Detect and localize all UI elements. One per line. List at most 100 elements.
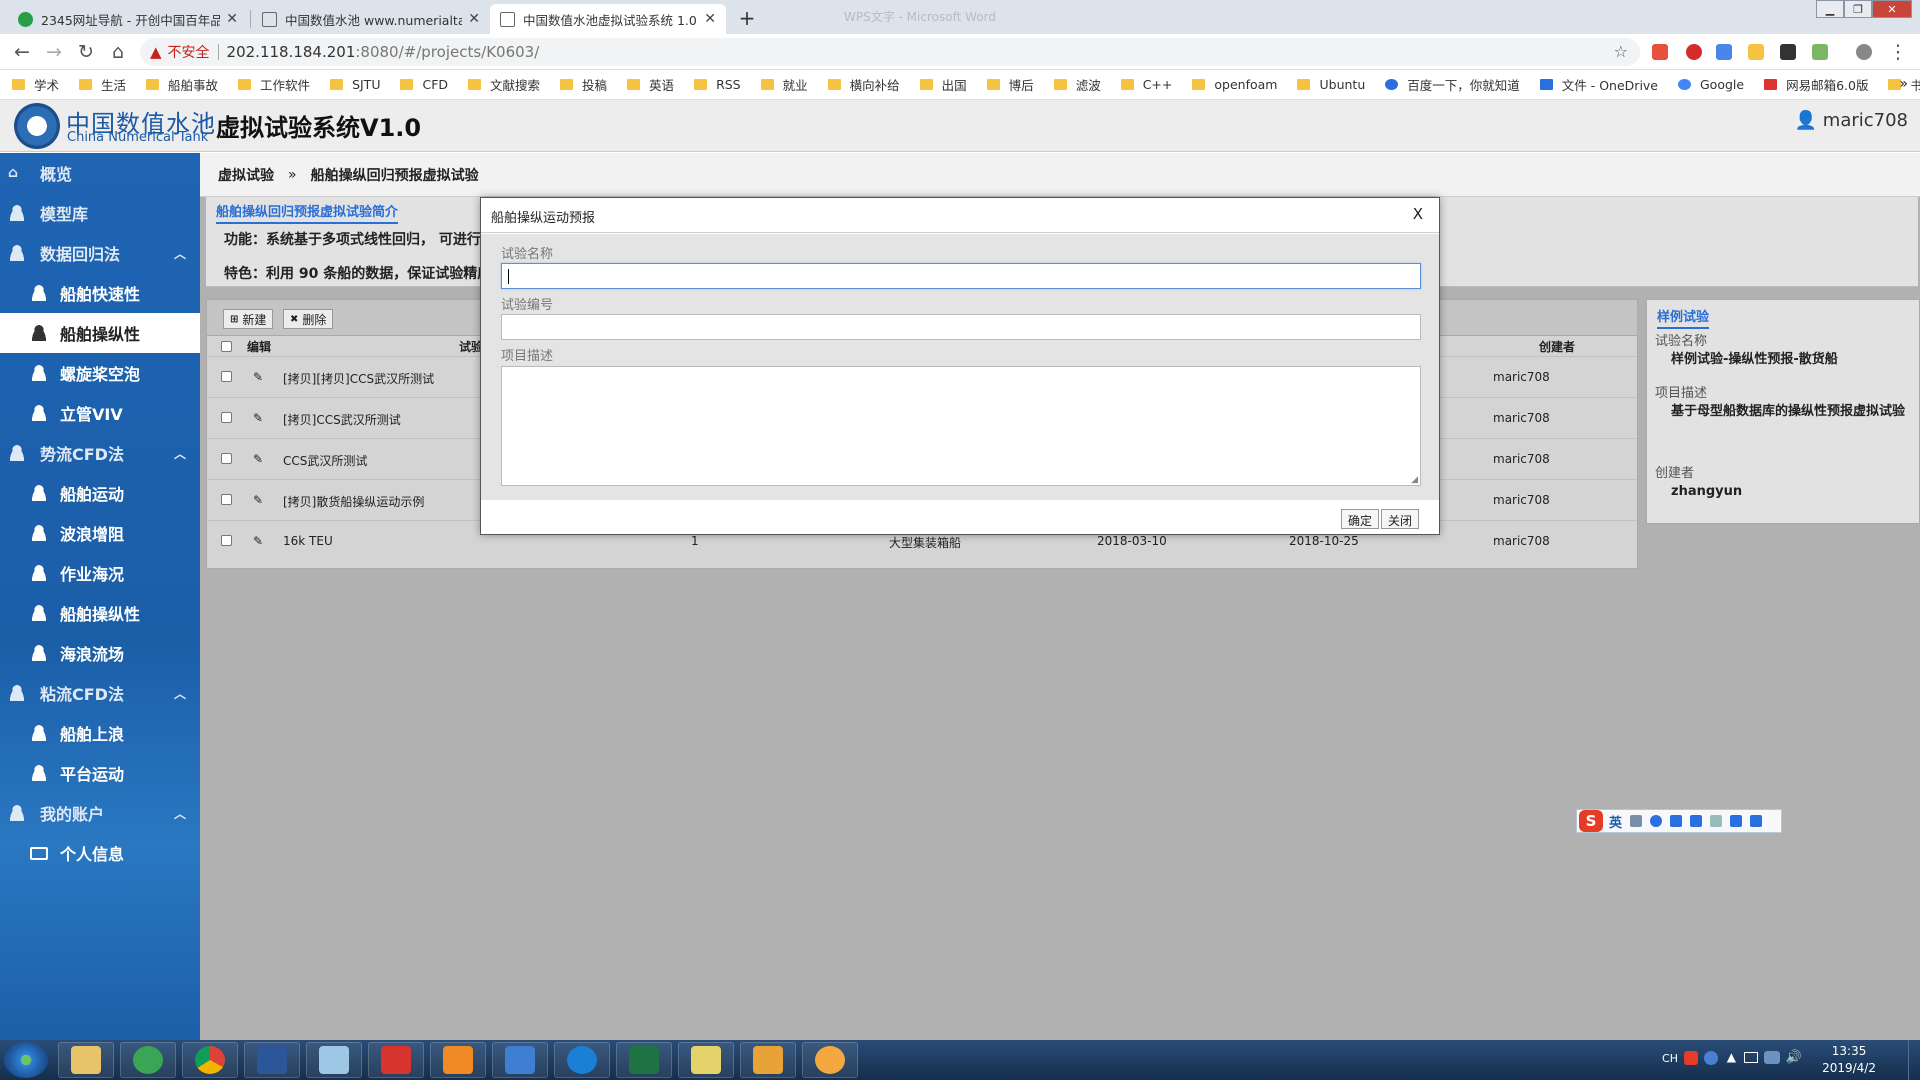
row-checkbox[interactable] [221,453,232,464]
new-tab-button[interactable]: + [733,5,761,31]
volume-icon[interactable]: 🔊 [1786,1050,1802,1065]
resize-grip-icon[interactable]: ◢ [1411,475,1418,485]
sample-heading[interactable]: 样例试验 [1657,306,1710,329]
sidebar-item-ship-motion[interactable]: 船舶运动 [0,473,200,513]
row-checkbox[interactable] [221,371,232,382]
project-description-textarea[interactable]: ◢ [501,366,1421,486]
sidebar-item-operating-sea-state[interactable]: 作业海况 [0,553,200,593]
ime-toolbar[interactable]: S 英 [1576,809,1782,833]
notes-icon[interactable] [678,1042,734,1078]
bookmark-link[interactable]: 网易邮箱6.0版 [1764,75,1868,94]
bookmark-folder[interactable]: 横向补给 [827,75,900,94]
sidebar-item-wave-flow-field[interactable]: 海浪流场 [0,633,200,673]
sidebar-item-profile[interactable]: 个人信息 [0,833,200,873]
keyboard-icon[interactable] [1690,815,1703,827]
home-icon[interactable]: ⌂ [106,41,130,63]
start-button[interactable] [4,1042,48,1078]
close-tab-icon[interactable]: ✕ [468,11,480,27]
bookmark-folder[interactable]: openfoam [1192,77,1277,92]
close-window-button[interactable]: ✕ [1872,0,1912,18]
delete-button[interactable]: ✖ 删除 [283,309,334,329]
sidebar-item-green-water[interactable]: 船舶上浪 [0,713,200,753]
close-tab-icon[interactable]: ✕ [704,11,716,27]
chrome-icon[interactable] [182,1042,238,1078]
sidebar-item-viscous-cfd[interactable]: 粘流CFD法 ︿ [0,673,200,713]
sidebar-item-data-regression[interactable]: 数据回归法 ︿ [0,233,200,273]
breadcrumb-root[interactable]: 虚拟试验 [218,165,274,185]
bookmark-star-icon[interactable]: ☆ [1614,42,1628,61]
profile-avatar-icon[interactable] [1856,44,1872,60]
extension-icon[interactable] [1812,44,1828,60]
bookmark-folder[interactable]: 生活 [79,75,126,94]
teamviewer-icon[interactable] [554,1042,610,1078]
extension-icon[interactable] [1652,44,1668,60]
help-icon[interactable] [1704,1051,1718,1065]
bookmark-link[interactable]: 百度一下，你就知道 [1385,75,1520,94]
punctuation-icon[interactable] [1630,815,1643,827]
pdf-icon[interactable] [430,1042,486,1078]
adblock-icon[interactable] [1686,44,1702,60]
extension-icon[interactable] [1780,44,1796,60]
close-button[interactable]: 关闭 [1381,509,1420,529]
tray-expand-icon[interactable]: ▲ [1727,1050,1736,1064]
bookmark-folder[interactable]: 船舶事故 [146,75,218,94]
bookmark-folder[interactable]: 就业 [760,75,808,94]
row-checkbox[interactable] [221,494,232,505]
browser-tab-active[interactable]: 中国数值水池虚拟试验系统 1.0 ✕ [490,4,726,34]
bookmark-folder[interactable]: 英语 [627,75,674,94]
bookmark-folder[interactable]: Ubuntu [1297,77,1365,92]
pencil-icon[interactable]: ✎ [253,452,263,466]
minimize-button[interactable]: ▁ [1816,0,1844,18]
bookmark-folder[interactable]: C++ [1120,77,1172,92]
bookmark-folder[interactable]: 出国 [919,75,967,94]
bookmark-folder[interactable]: 学术 [12,75,59,94]
maximize-button[interactable]: ❐ [1844,0,1872,18]
extension-icon[interactable] [1748,44,1764,60]
new-button[interactable]: ⊞ 新建 [223,309,274,329]
bookmark-folder[interactable]: 博后 [986,75,1034,94]
confirm-button[interactable]: 确定 [1341,509,1380,529]
address-bar[interactable]: ▲ 不安全 202.118.184.201:8080/#/projects/K0… [140,38,1640,66]
browser-tab[interactable]: 中国数值水池 www.numerialtan ✕ [252,4,490,34]
youdao-icon[interactable] [368,1042,424,1078]
row-checkbox[interactable] [221,412,232,423]
action-center-icon[interactable] [1744,1052,1758,1063]
sidebar-item-added-resistance[interactable]: 波浪增阻 [0,513,200,553]
sidebar-item-my-account[interactable]: 我的账户 ︿ [0,793,200,833]
bookmark-link[interactable]: 文件 - OneDrive [1539,75,1658,94]
sidebar-item-platform-motion[interactable]: 平台运动 [0,753,200,793]
pencil-icon[interactable]: ✎ [253,493,263,507]
clock[interactable]: 13:35 2019/4/2 [1822,1043,1876,1077]
bookmark-folder[interactable]: 工作软件 [238,75,310,94]
bookmark-folder[interactable]: RSS [694,77,741,92]
bookmark-folder[interactable]: SJTU [330,77,380,92]
menu-dots-icon[interactable]: ⋮ [1886,41,1910,63]
emoji-icon[interactable] [1650,815,1663,827]
pencil-icon[interactable]: ✎ [253,370,263,384]
excel-icon[interactable] [616,1042,672,1078]
word-icon[interactable] [244,1042,300,1078]
sidebar-item-potential-maneuverability[interactable]: 船舶操纵性 [0,593,200,633]
tray-language[interactable]: CH [1662,1052,1678,1065]
sidebar-item-potential-cfd[interactable]: 势流CFD法 ︿ [0,433,200,473]
search-app-icon[interactable] [802,1042,858,1078]
back-icon[interactable]: ← [10,41,34,63]
foxmail-icon[interactable] [740,1042,796,1078]
user-icon[interactable] [1710,815,1723,827]
toolbox-grid-icon[interactable] [1750,815,1763,827]
sidebar-item-riser-viv[interactable]: 立管VIV [0,393,200,433]
sidebar-item-ship-resistance[interactable]: 船舶快速性 [0,273,200,313]
skin-shirt-icon[interactable] [1730,815,1743,827]
experiment-number-input[interactable] [501,314,1421,340]
bookmarks-overflow-icon[interactable]: » [1899,76,1908,92]
notepad-icon[interactable] [306,1042,362,1078]
translate-icon[interactable] [1716,44,1732,60]
reload-icon[interactable]: ↻ [74,41,98,63]
close-tab-icon[interactable]: ✕ [226,11,238,27]
sidebar-item-propeller-cavitation[interactable]: 螺旋桨空泡 [0,353,200,393]
explorer-icon[interactable] [58,1042,114,1078]
bookmark-folder[interactable]: 滤波 [1053,75,1101,94]
ime-mode-label[interactable]: 英 [1609,812,1622,831]
2345-browser-icon[interactable] [120,1042,176,1078]
show-desktop-button[interactable] [1908,1040,1920,1080]
